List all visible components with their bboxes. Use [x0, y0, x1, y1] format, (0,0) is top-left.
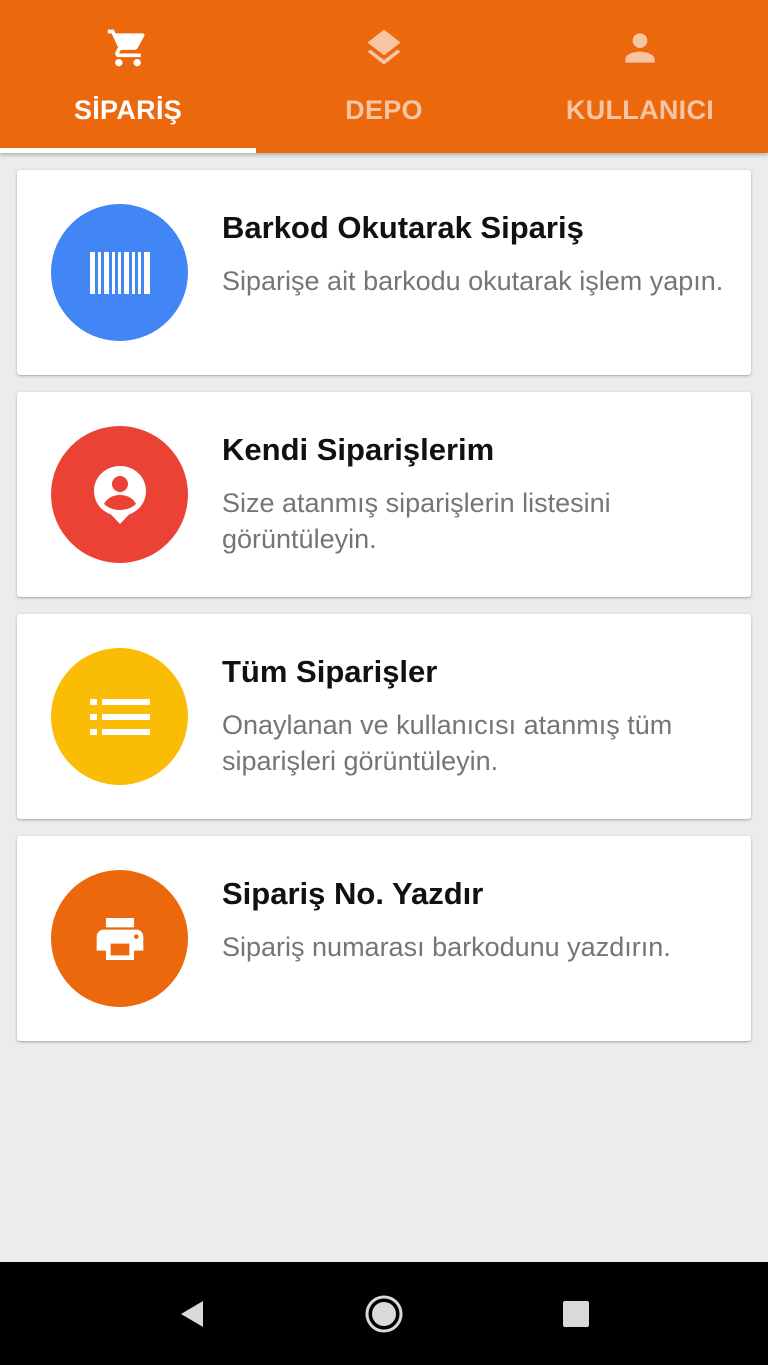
top-tab-bar: SİPARİŞ DEPO KULLANICI: [0, 0, 768, 153]
list-icon-circle: [51, 648, 188, 785]
person-pin-icon: [93, 465, 146, 524]
tab-label: SİPARİŞ: [73, 95, 183, 125]
card-title: Kendi Siparişlerim: [222, 432, 495, 467]
person-pin-icon-circle: [51, 426, 188, 563]
card-description: Sipariş numarası barkodunu yazdırın.: [222, 932, 671, 962]
list-icon: [89, 698, 150, 735]
barcode-icon: [89, 251, 150, 294]
back-button[interactable]: [147, 1262, 237, 1365]
tab-kullanici[interactable]: KULLANICI: [512, 0, 768, 153]
card-description: Siparişe ait barkodu okutarak işlem yapı…: [222, 266, 724, 296]
tab-siparis[interactable]: SİPARİŞ: [0, 0, 256, 153]
tab-label: DEPO: [345, 95, 423, 125]
card-description: Onaylanan ve kullanıcısı atanmış tüm sip…: [222, 710, 673, 776]
menu-list: Barkod Okutarak Sipariş Siparişe ait bar…: [17, 170, 751, 1058]
tab-depo[interactable]: DEPO: [256, 0, 512, 153]
cart-icon: [106, 26, 150, 70]
layers-icon: [362, 26, 406, 70]
tab-label: KULLANICI: [565, 95, 715, 125]
card-all-orders[interactable]: Tüm Siparişler Onaylanan ve kullanıcısı …: [17, 614, 751, 819]
card-barcode-order[interactable]: Barkod Okutarak Sipariş Siparişe ait bar…: [17, 170, 751, 375]
active-tab-indicator: [0, 148, 256, 153]
recents-icon: [563, 1300, 589, 1327]
recents-button[interactable]: [531, 1262, 621, 1365]
back-icon: [181, 1300, 203, 1327]
card-title: Barkod Okutarak Sipariş: [222, 210, 584, 245]
system-nav-bar: [0, 1262, 768, 1365]
home-icon: [365, 1295, 403, 1332]
card-print-order-no[interactable]: Sipariş No. Yazdır Sipariş numarası bark…: [17, 836, 751, 1041]
person-icon: [618, 26, 662, 70]
printer-icon-circle: [51, 870, 188, 1007]
card-title: Tüm Siparişler: [222, 654, 438, 689]
card-my-orders[interactable]: Kendi Siparişlerim Size atanmış siparişl…: [17, 392, 751, 597]
printer-icon: [96, 917, 143, 960]
home-button[interactable]: [339, 1262, 429, 1365]
screen: SİPARİŞ DEPO KULLANICI Barkod Okutarak S…: [0, 0, 768, 1365]
barcode-icon-circle: [51, 204, 188, 341]
card-title: Sipariş No. Yazdır: [222, 876, 484, 911]
card-description: Size atanmış siparişlerin listesini görü…: [222, 488, 611, 554]
